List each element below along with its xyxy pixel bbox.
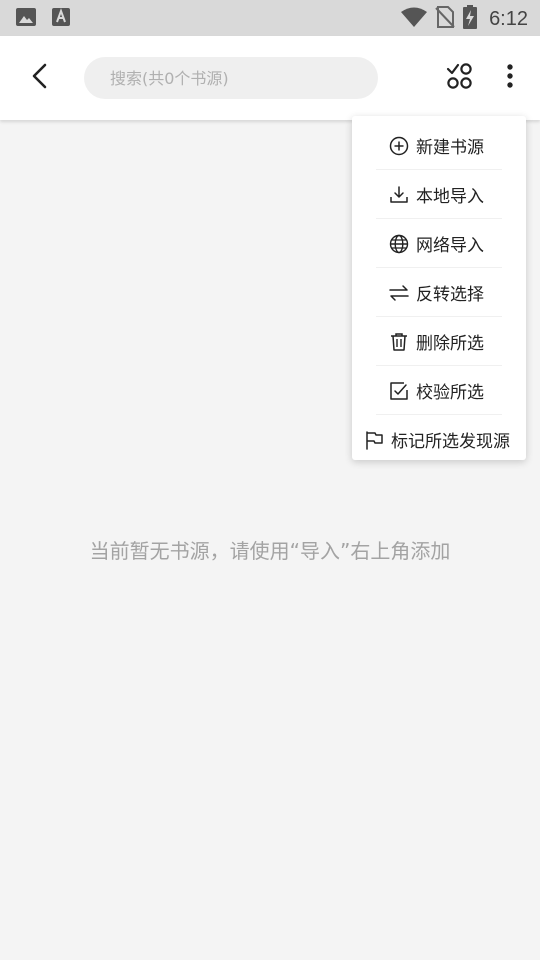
wifi-icon xyxy=(401,6,428,32)
menu-item-new-source[interactable]: 新建书源 xyxy=(352,121,526,170)
back-button[interactable] xyxy=(20,58,60,98)
empty-state-message: 当前暂无书源，请使用“导入”右上角添加 xyxy=(89,539,451,563)
menu-item-label: 网络导入 xyxy=(416,236,484,256)
menu-item-local-import[interactable]: 本地导入 xyxy=(352,170,526,219)
status-bar: 6:12 xyxy=(0,0,540,36)
group-filter-icon xyxy=(446,62,474,94)
menu-item-check-selected[interactable]: 校验所选 xyxy=(352,366,526,415)
battery-charging-icon xyxy=(463,5,478,33)
status-time: 6:12 xyxy=(489,7,528,30)
menu-item-label: 反转选择 xyxy=(416,285,484,305)
globe-icon xyxy=(388,233,410,255)
swap-icon xyxy=(388,282,410,304)
menu-item-label: 删除所选 xyxy=(416,334,484,354)
trash-icon xyxy=(388,331,410,353)
add-circle-icon xyxy=(388,135,410,157)
image-icon xyxy=(16,8,36,30)
menu-item-label: 标记所选发现源 xyxy=(391,432,510,452)
search-input[interactable] xyxy=(108,67,362,89)
flag-icon xyxy=(363,429,385,451)
menu-item-network-import[interactable]: 网络导入 xyxy=(352,219,526,268)
more-vertical-icon xyxy=(506,63,514,93)
download-icon xyxy=(388,184,410,206)
arrow-back-icon xyxy=(31,63,49,93)
font-icon xyxy=(52,8,70,30)
toolbar xyxy=(0,36,540,120)
group-filter-button[interactable] xyxy=(440,58,480,98)
overflow-menu: 新建书源 本地导入 网络导入 反转选择 删除所选 校验所选 标记所选发现源 xyxy=(352,116,526,460)
menu-item-label: 校验所选 xyxy=(416,383,484,403)
no-sim-icon xyxy=(435,5,455,33)
search-box[interactable] xyxy=(84,57,378,99)
menu-item-invert-selection[interactable]: 反转选择 xyxy=(352,268,526,317)
more-options-button[interactable] xyxy=(494,58,526,98)
menu-item-mark-discovery[interactable]: 标记所选发现源 xyxy=(352,415,526,464)
menu-item-label: 新建书源 xyxy=(416,138,484,158)
menu-item-label: 本地导入 xyxy=(416,187,484,207)
menu-item-delete-selected[interactable]: 删除所选 xyxy=(352,317,526,366)
check-box-icon xyxy=(388,380,410,402)
